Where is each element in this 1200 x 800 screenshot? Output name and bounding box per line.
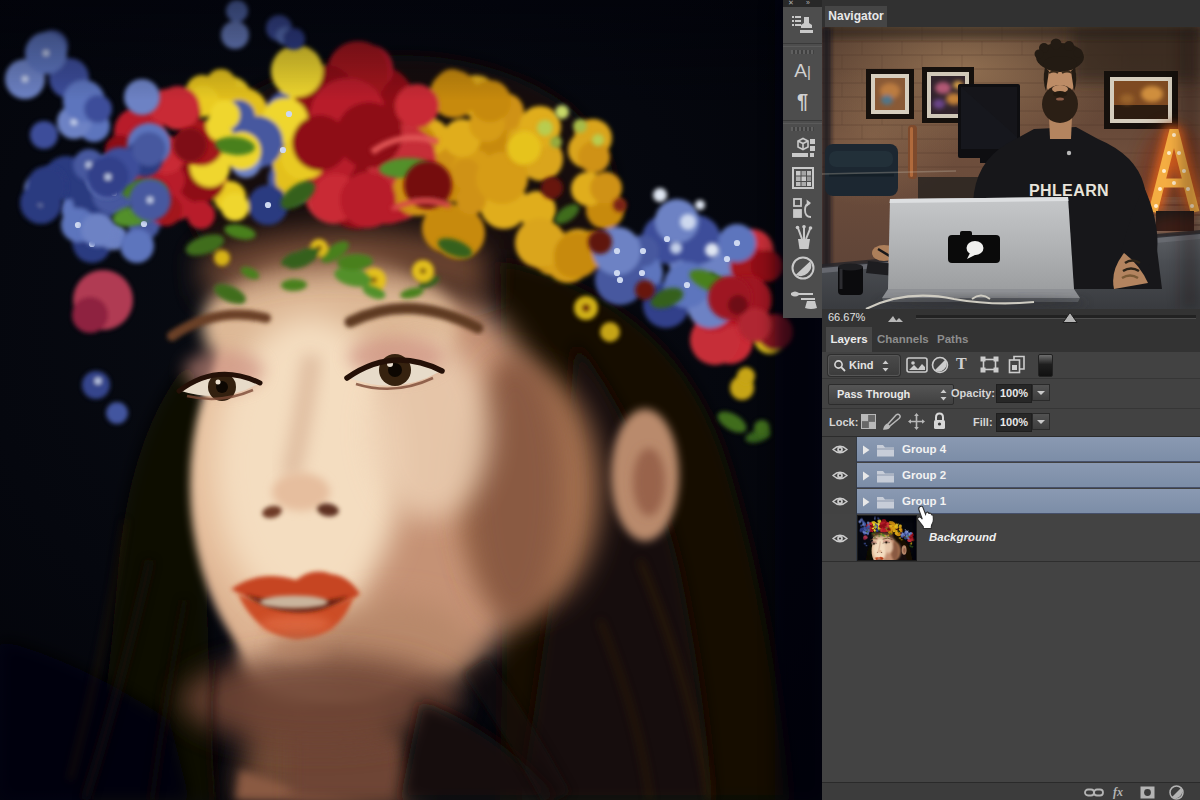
svg-text:PHLEARN: PHLEARN [1029, 182, 1109, 199]
